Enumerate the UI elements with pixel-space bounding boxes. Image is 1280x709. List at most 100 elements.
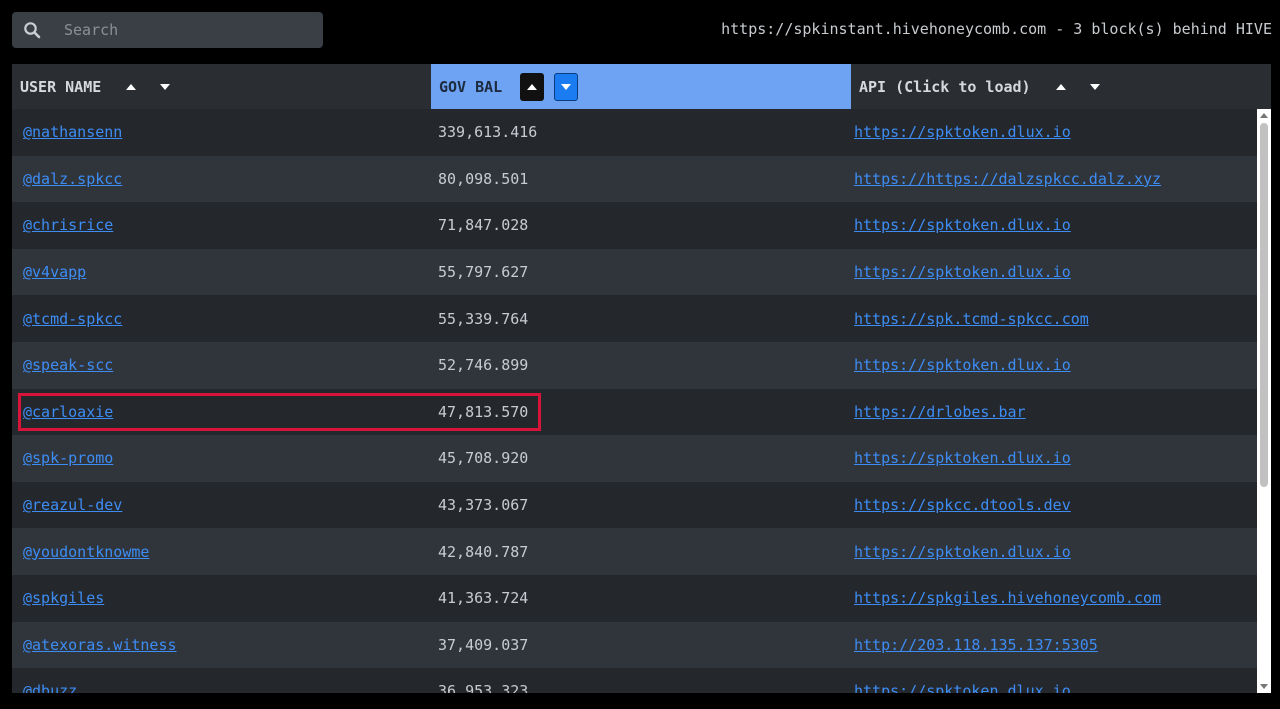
table-row: @chrisrice 71,847.028 https://spktoken.d… (12, 202, 1257, 249)
gov-bal-cell: 43,373.067 (438, 496, 529, 515)
api-cell: https://spk.tcmd-spkcc.com (851, 310, 1257, 328)
user-link[interactable]: @youdontknowme (23, 543, 149, 561)
api-cell: https://https://dalzspkcc.dalz.xyz (851, 170, 1257, 188)
user-cell: @youdontknowme (12, 543, 431, 561)
api-cell: https://drlobes.bar (851, 403, 1257, 421)
caret-up-icon (126, 83, 137, 90)
gov-bal-cell: 71,847.028 (438, 216, 529, 235)
api-cell: https://spktoken.dlux.io (851, 216, 1257, 234)
node-status-text: https://spkinstant.hivehoneycomb.com - 3… (721, 20, 1272, 38)
caret-down-icon (561, 83, 572, 90)
search-input[interactable] (52, 20, 316, 40)
gov-bal-cell: 36,953.323 (438, 682, 529, 693)
api-link[interactable]: https://spktoken.dlux.io (854, 682, 1071, 693)
table-row: @dalz.spkcc 80,098.501 https://https://d… (12, 155, 1257, 203)
table-row: @atexoras.witness 37,409.037 http://203.… (12, 621, 1257, 669)
user-link[interactable]: @v4vapp (23, 263, 86, 281)
api-link[interactable]: https://spktoken.dlux.io (854, 216, 1071, 234)
user-link[interactable]: @nathansenn (23, 123, 122, 141)
api-link[interactable]: http://203.118.135.137:5305 (854, 636, 1098, 654)
table-row: @reazul-dev 43,373.067 https://spkcc.dto… (12, 481, 1257, 529)
api-cell: http://203.118.135.137:5305 (851, 636, 1257, 654)
api-cell: https://spktoken.dlux.io (851, 543, 1257, 561)
gov-bal-cell: 339,613.416 (438, 123, 538, 142)
api-cell: https://spktoken.dlux.io (851, 123, 1257, 141)
caret-up-icon (527, 83, 538, 90)
scroll-down-arrow-icon[interactable] (1260, 684, 1268, 689)
search-icon (12, 12, 52, 48)
gov-bal-cell: 55,797.627 (438, 263, 529, 282)
table-header: USER NAME GOV BAL API (Click to load) (12, 64, 1271, 109)
column-label-api: API (Click to load) (859, 77, 1031, 96)
caret-down-icon (160, 83, 171, 90)
column-label-gov-bal: GOV BAL (439, 77, 503, 96)
user-link[interactable]: @reazul-dev (23, 496, 122, 514)
user-link[interactable]: @atexoras.witness (23, 636, 177, 654)
user-cell: @atexoras.witness (12, 636, 431, 654)
api-link[interactable]: https://spktoken.dlux.io (854, 263, 1071, 281)
scroll-up-arrow-icon[interactable] (1260, 113, 1268, 118)
sort-descending-button-active[interactable] (554, 72, 579, 101)
api-link[interactable]: https://spkgiles.hivehoneycomb.com (854, 589, 1161, 607)
user-link[interactable]: @dbuzz (23, 682, 77, 693)
api-cell: https://spktoken.dlux.io (851, 682, 1257, 693)
sort-descending-button[interactable] (153, 73, 177, 101)
user-cell: @nathansenn (12, 123, 431, 141)
user-link[interactable]: @speak-scc (23, 356, 113, 374)
table-row: @youdontknowme 42,840.787 https://spktok… (12, 528, 1257, 575)
caret-up-icon (1055, 83, 1066, 90)
gov-bal-cell: 37,409.037 (438, 635, 529, 654)
user-cell: @dbuzz (12, 682, 431, 693)
api-link[interactable]: https://spk.tcmd-spkcc.com (854, 310, 1089, 328)
table-row-highlighted: @carloaxie 47,813.570 https://drlobes.ba… (12, 388, 1257, 436)
gov-bal-cell: 47,813.570 (438, 402, 529, 421)
gov-bal-cell: 45,708.920 (438, 449, 529, 468)
gov-bal-cell: 55,339.764 (438, 309, 529, 328)
api-link[interactable]: https://https://dalzspkcc.dalz.xyz (854, 170, 1161, 188)
sort-descending-button[interactable] (1083, 73, 1107, 101)
column-header-user-name: USER NAME (12, 64, 431, 109)
sort-ascending-button[interactable] (1049, 73, 1073, 101)
column-header-api: API (Click to load) (851, 64, 1271, 109)
caret-down-icon (1089, 83, 1100, 90)
scrollbar-thumb[interactable] (1260, 123, 1268, 487)
user-link[interactable]: @spk-promo (23, 449, 113, 467)
column-header-gov-bal: GOV BAL (431, 64, 851, 109)
sort-ascending-button[interactable] (520, 72, 545, 101)
api-cell: https://spktoken.dlux.io (851, 356, 1257, 374)
search-box[interactable] (12, 12, 323, 48)
gov-bal-cell: 42,840.787 (438, 542, 529, 561)
user-link[interactable]: @dalz.spkcc (23, 170, 122, 188)
table-row: @spk-promo 45,708.920 https://spktoken.d… (12, 435, 1257, 482)
user-link[interactable]: @carloaxie (23, 403, 113, 421)
user-cell: @chrisrice (12, 216, 431, 234)
api-cell: https://spkgiles.hivehoneycomb.com (851, 589, 1257, 607)
vertical-scrollbar[interactable] (1257, 109, 1271, 693)
user-link[interactable]: @chrisrice (23, 216, 113, 234)
user-cell: @speak-scc (12, 356, 431, 374)
table-row: @spkgiles 41,363.724 https://spkgiles.hi… (12, 574, 1257, 622)
api-link[interactable]: https://spktoken.dlux.io (854, 356, 1071, 374)
api-link[interactable]: https://spktoken.dlux.io (854, 449, 1071, 467)
user-cell: @spkgiles (12, 589, 431, 607)
user-link[interactable]: @spkgiles (23, 589, 104, 607)
gov-bal-cell: 52,746.899 (438, 356, 529, 375)
table-row: @speak-scc 52,746.899 https://spktoken.d… (12, 341, 1257, 389)
api-cell: https://spktoken.dlux.io (851, 263, 1257, 281)
api-cell: https://spktoken.dlux.io (851, 449, 1257, 467)
api-link[interactable]: https://drlobes.bar (854, 403, 1026, 421)
table-row: @v4vapp 55,797.627 https://spktoken.dlux… (12, 248, 1257, 296)
api-link[interactable]: https://spkcc.dtools.dev (854, 496, 1071, 514)
api-link[interactable]: https://spktoken.dlux.io (854, 543, 1071, 561)
user-cell: @v4vapp (12, 263, 431, 281)
user-cell: @tcmd-spkcc (12, 310, 431, 328)
gov-bal-cell: 80,098.501 (438, 169, 529, 188)
table-row: @nathansenn 339,613.416 https://spktoken… (12, 109, 1257, 156)
user-link[interactable]: @tcmd-spkcc (23, 310, 122, 328)
api-link[interactable]: https://spktoken.dlux.io (854, 123, 1071, 141)
sort-ascending-button[interactable] (119, 73, 143, 101)
table-row: @dbuzz 36,953.323 https://spktoken.dlux.… (12, 668, 1257, 693)
user-cell: @carloaxie (12, 403, 431, 421)
gov-bal-cell: 41,363.724 (438, 589, 529, 608)
column-label-user-name: USER NAME (20, 77, 102, 96)
